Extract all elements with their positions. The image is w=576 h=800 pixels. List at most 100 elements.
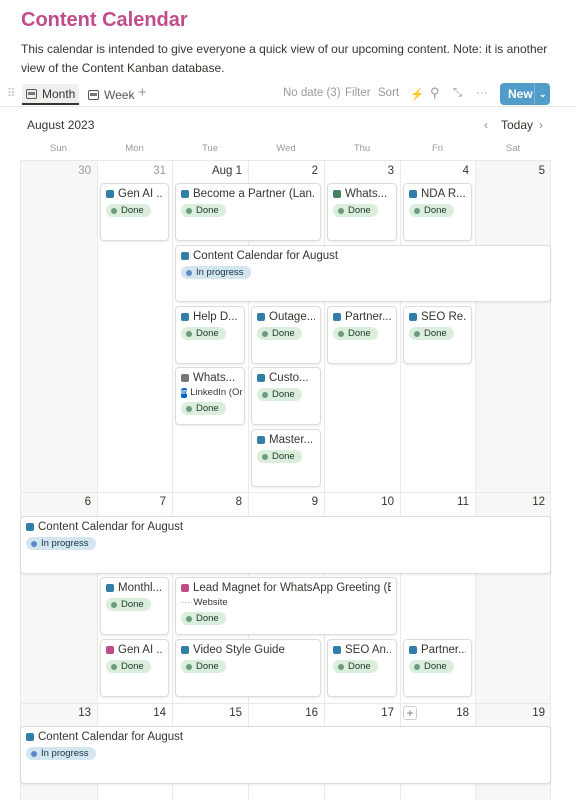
month-label: August 2023	[27, 118, 95, 132]
add-view-button[interactable]: +	[138, 84, 147, 101]
no-date-button[interactable]: No date (3)	[283, 87, 341, 99]
status-badge: Done	[257, 450, 302, 463]
status-dot-icon	[338, 663, 344, 670]
status-badge: Done	[409, 660, 454, 673]
message-icon	[181, 374, 189, 382]
filter-button[interactable]: Filter	[345, 87, 371, 99]
day-number[interactable]: 13	[21, 707, 91, 719]
automation-icon[interactable]: ⚡	[410, 87, 424, 101]
status-dot-icon	[414, 207, 420, 214]
day-number[interactable]: 4	[399, 165, 469, 177]
tab-month[interactable]: Month	[22, 84, 80, 105]
status-badge: Done	[181, 204, 226, 217]
page-description: This calendar is intended to give everyo…	[21, 42, 548, 75]
status-dot-icon	[186, 405, 192, 412]
calendar-card[interactable]: Whats... Done	[327, 183, 397, 241]
day-number[interactable]: 16	[248, 707, 318, 719]
card-title: SEO Re...	[421, 311, 466, 323]
video-icon	[181, 646, 189, 654]
card-title: Whats...	[193, 372, 236, 384]
day-number[interactable]: 10	[324, 496, 394, 508]
calendar-card[interactable]: Gen AI ... Done	[100, 183, 169, 241]
day-number[interactable]: 5	[475, 165, 545, 177]
calendar-card[interactable]: Master... Done	[251, 429, 321, 487]
calendar-card[interactable]: Gen AI ... Done	[100, 639, 169, 697]
more-icon[interactable]: ···	[476, 87, 488, 99]
expand-icon[interactable]: ⤡	[453, 87, 462, 100]
calendar-card[interactable]: Help D... Done	[175, 306, 245, 364]
day-number[interactable]: 9	[248, 496, 318, 508]
next-month-button[interactable]: ›	[539, 118, 543, 132]
chevron-down-icon[interactable]: ⌄	[534, 83, 547, 105]
calendar-card[interactable]: Outage... Done	[251, 306, 321, 364]
status-badge: Done	[106, 204, 151, 217]
card-title: Gen AI ...	[118, 644, 163, 656]
day-number[interactable]: 31	[96, 165, 166, 177]
calendar-card[interactable]: SEO An... Done	[327, 639, 397, 697]
day-number[interactable]: 15	[172, 707, 242, 719]
status-badge: Done	[257, 388, 302, 401]
day-number[interactable]: 7	[96, 496, 166, 508]
day-number[interactable]: 11	[399, 496, 469, 508]
status-dot-icon	[111, 663, 117, 670]
status-dot-icon	[111, 601, 117, 608]
calendar-card[interactable]: Become a Partner (Lan... Done	[175, 183, 321, 241]
sort-button[interactable]: Sort	[378, 87, 399, 99]
prev-month-button[interactable]: ‹	[484, 118, 488, 132]
day-number[interactable]: Aug 1	[172, 165, 242, 177]
status-dot-icon	[31, 540, 37, 547]
card-title: Custo...	[269, 372, 309, 384]
calendar-card[interactable]: Content Calendar for August In progress	[175, 245, 551, 302]
calendar-card[interactable]: Content Calendar for August In progress	[20, 516, 551, 574]
calendar-card[interactable]: Whats... in LinkedIn (Or Done	[175, 367, 245, 425]
calendar-card[interactable]: NDA R... Done	[403, 183, 472, 241]
new-button[interactable]: New ⌄	[500, 83, 550, 105]
tab-week[interactable]: Week	[84, 84, 138, 105]
calendar-card[interactable]: Content Calendar for August In progress	[20, 726, 551, 784]
day-number[interactable]: 3	[324, 165, 394, 177]
calendar-card[interactable]: Partner... Done	[327, 306, 397, 364]
calendar-card[interactable]: Partner... Done	[403, 639, 472, 697]
calendar-card[interactable]: Monthl... Done	[100, 577, 169, 635]
day-number[interactable]: 8	[172, 496, 242, 508]
status-label: In progress	[41, 748, 89, 759]
day-number[interactable]: 17	[324, 707, 394, 719]
add-event-button[interactable]: +	[403, 706, 417, 720]
day-column	[20, 161, 97, 800]
calendar-card[interactable]: Lead Magnet for WhatsApp Greeting (Ebook…	[175, 577, 397, 635]
weekday-header: Tue	[201, 143, 219, 154]
today-button[interactable]: Today	[501, 118, 533, 132]
robot-icon	[106, 646, 114, 654]
search-icon[interactable]: ⚲	[430, 85, 440, 101]
status-label: Done	[424, 205, 447, 216]
day-number[interactable]: 2	[248, 165, 318, 177]
card-title: Monthl...	[118, 582, 163, 594]
calendar-card[interactable]: Custo... Done	[251, 367, 321, 425]
status-label: Done	[121, 205, 144, 216]
card-title: Lead Magnet for WhatsApp Greeting (Ebook…	[193, 582, 391, 594]
status-label: Done	[121, 661, 144, 672]
day-number[interactable]: 19	[475, 707, 545, 719]
day-number[interactable]: 6	[21, 496, 91, 508]
status-label: In progress	[196, 267, 244, 278]
card-channel: ··· Website	[181, 597, 391, 608]
day-column	[97, 161, 172, 800]
calendar-card[interactable]: Video Style Guide Done	[175, 639, 321, 697]
card-title: SEO An...	[345, 644, 391, 656]
card-title: Partner...	[345, 311, 391, 323]
status-dot-icon	[338, 207, 344, 214]
status-dot-icon	[186, 207, 192, 214]
status-badge: Done	[181, 402, 226, 415]
day-number[interactable]: 12	[475, 496, 545, 508]
magnet-icon	[181, 584, 189, 592]
card-title: Become a Partner (Lan...	[193, 188, 315, 200]
status-dot-icon	[186, 269, 192, 276]
calendar-icon	[88, 89, 99, 100]
calendar-card[interactable]: SEO Re... Done	[403, 306, 472, 364]
day-number[interactable]: 14	[96, 707, 166, 719]
robot-icon	[106, 190, 114, 198]
day-number[interactable]: 30	[21, 165, 91, 177]
status-label: Done	[196, 403, 219, 414]
calendar-icon	[26, 733, 34, 741]
drag-handle-icon[interactable]: ⠿	[7, 86, 15, 100]
